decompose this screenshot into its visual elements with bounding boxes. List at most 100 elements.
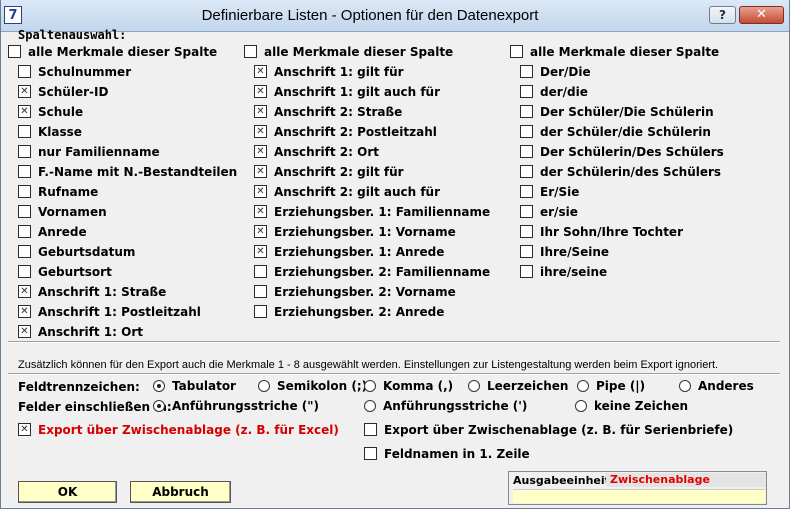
abbruch-button[interactable]: Abbruch (130, 481, 231, 503)
column-2-item[interactable]: Erziehungsber. 2: Anrede (254, 304, 484, 320)
column-1-item[interactable]: Schule (18, 104, 248, 120)
column-2-item[interactable]: Erziehungsber. 2: Vorname (254, 284, 484, 300)
column-2-item[interactable]: Erziehungsber. 1: Vorname (254, 224, 484, 240)
checkbox-icon[interactable] (254, 65, 267, 78)
column-3-item[interactable]: er/sie (520, 204, 750, 220)
checkbox-icon[interactable] (254, 285, 267, 298)
column-1-item[interactable]: Klasse (18, 124, 248, 140)
checkbox-icon[interactable] (18, 225, 31, 238)
feldnamen-checkbox[interactable]: Feldnamen in 1. Zeile (364, 446, 564, 462)
column-2-item[interactable]: Anschrift 1: gilt auch für (254, 84, 484, 100)
column-3-item[interactable]: der Schülerin/des Schülers (520, 164, 750, 180)
radio-icon[interactable] (153, 400, 165, 412)
column-1-item[interactable]: F.-Name mit N.-Bestandteilen (18, 164, 248, 180)
checkbox-icon[interactable] (364, 423, 377, 436)
sepopts-radio[interactable]: Semikolon (;) (258, 378, 367, 394)
column-3-item[interactable]: Er/Sie (520, 184, 750, 200)
checkbox-icon[interactable] (254, 145, 267, 158)
checkbox-icon[interactable] (18, 85, 31, 98)
column-2-select-all[interactable]: alle Merkmale dieser Spalte (244, 44, 469, 60)
sepopts-radio[interactable]: Pipe (|) (577, 378, 677, 394)
quoteopts-radio[interactable]: Anführungsstriche (") (153, 398, 353, 414)
checkbox-icon[interactable] (520, 145, 533, 158)
checkbox-icon[interactable] (510, 45, 523, 58)
checkbox-icon[interactable] (254, 225, 267, 238)
checkbox-icon[interactable] (18, 305, 31, 318)
checkbox-icon[interactable] (520, 85, 533, 98)
radio-icon[interactable] (258, 380, 270, 392)
column-2-item[interactable]: Anschrift 2: gilt für (254, 164, 484, 180)
column-1-item[interactable]: Rufname (18, 184, 248, 200)
checkbox-icon[interactable] (254, 265, 267, 278)
column-3-item[interactable]: der Schüler/die Schülerin (520, 124, 750, 140)
column-3-item[interactable]: Der Schüler/Die Schülerin (520, 104, 750, 120)
quoteopts-radio[interactable]: keine Zeichen (575, 398, 775, 414)
radio-icon[interactable] (577, 380, 589, 392)
sepopts-radio[interactable]: Komma (,) (364, 378, 464, 394)
checkbox-icon[interactable] (18, 105, 31, 118)
checkbox-icon[interactable] (520, 185, 533, 198)
checkbox-icon[interactable] (254, 245, 267, 258)
checkbox-icon[interactable] (520, 225, 533, 238)
column-2-item[interactable]: Anschrift 2: Ort (254, 144, 484, 160)
checkbox-icon[interactable] (18, 65, 31, 78)
checkbox-icon[interactable] (18, 165, 31, 178)
column-3-item[interactable]: Ihre/Seine (520, 244, 750, 260)
checkbox-icon[interactable] (520, 265, 533, 278)
sepopts-radio[interactable]: Tabulator (153, 378, 253, 394)
radio-icon[interactable] (364, 400, 376, 412)
checkbox-icon[interactable] (18, 245, 31, 258)
column-3-item[interactable]: Der Schülerin/Des Schülers (520, 144, 750, 160)
checkbox-icon[interactable] (18, 145, 31, 158)
column-3-select-all[interactable]: alle Merkmale dieser Spalte (510, 44, 735, 60)
checkbox-icon[interactable] (18, 423, 31, 436)
column-1-item[interactable]: Vornamen (18, 204, 248, 220)
column-2-item[interactable]: Erziehungsber. 1: Anrede (254, 244, 484, 260)
close-button[interactable]: ✕ (739, 6, 784, 24)
sepopts-radio[interactable]: Anderes (679, 378, 779, 394)
sepopts-radio[interactable]: Leerzeichen (468, 378, 568, 394)
checkbox-icon[interactable] (254, 85, 267, 98)
column-3-item[interactable]: Ihr Sohn/Ihre Tochter (520, 224, 750, 240)
column-2-item[interactable]: Anschrift 2: Straße (254, 104, 484, 120)
checkbox-icon[interactable] (18, 325, 31, 338)
quoteopts-radio[interactable]: Anführungsstriche (') (364, 398, 564, 414)
column-1-item[interactable]: Anschrift 1: Straße (18, 284, 248, 300)
export-excel-checkbox[interactable]: Export über Zwischenablage (z. B. für Ex… (18, 422, 339, 438)
column-1-item[interactable]: Anschrift 1: Postleitzahl (18, 304, 248, 320)
column-1-item[interactable]: Geburtsort (18, 264, 248, 280)
column-1-item[interactable]: nur Familienname (18, 144, 248, 160)
help-button[interactable]: ? (709, 6, 736, 24)
column-3-item[interactable]: der/die (520, 84, 750, 100)
column-2-item[interactable]: Anschrift 1: gilt für (254, 64, 484, 80)
radio-icon[interactable] (364, 380, 376, 392)
checkbox-icon[interactable] (364, 447, 377, 460)
column-2-item[interactable]: Anschrift 2: gilt auch für (254, 184, 484, 200)
column-3-item[interactable]: ihre/seine (520, 264, 750, 280)
checkbox-icon[interactable] (18, 205, 31, 218)
radio-icon[interactable] (468, 380, 480, 392)
checkbox-icon[interactable] (254, 125, 267, 138)
checkbox-icon[interactable] (254, 105, 267, 118)
checkbox-icon[interactable] (520, 125, 533, 138)
column-3-item[interactable]: Der/Die (520, 64, 750, 80)
column-1-item[interactable]: Schulnummer (18, 64, 248, 80)
column-1-item[interactable]: Schüler-ID (18, 84, 248, 100)
ok-button[interactable]: OK (18, 481, 117, 503)
checkbox-icon[interactable] (520, 105, 533, 118)
checkbox-icon[interactable] (18, 125, 31, 138)
checkbox-icon[interactable] (254, 185, 267, 198)
export-serienbriefe-checkbox[interactable]: Export über Zwischenablage (z. B. für Se… (364, 422, 733, 438)
checkbox-icon[interactable] (254, 165, 267, 178)
checkbox-icon[interactable] (520, 245, 533, 258)
checkbox-icon[interactable] (18, 265, 31, 278)
column-1-item[interactable]: Anrede (18, 224, 248, 240)
checkbox-icon[interactable] (18, 185, 31, 198)
column-2-item[interactable]: Anschrift 2: Postleitzahl (254, 124, 484, 140)
checkbox-icon[interactable] (520, 65, 533, 78)
checkbox-icon[interactable] (8, 45, 21, 58)
checkbox-icon[interactable] (244, 45, 257, 58)
column-2-item[interactable]: Erziehungsber. 2: Familienname (254, 264, 490, 280)
checkbox-icon[interactable] (520, 205, 533, 218)
checkbox-icon[interactable] (18, 285, 31, 298)
